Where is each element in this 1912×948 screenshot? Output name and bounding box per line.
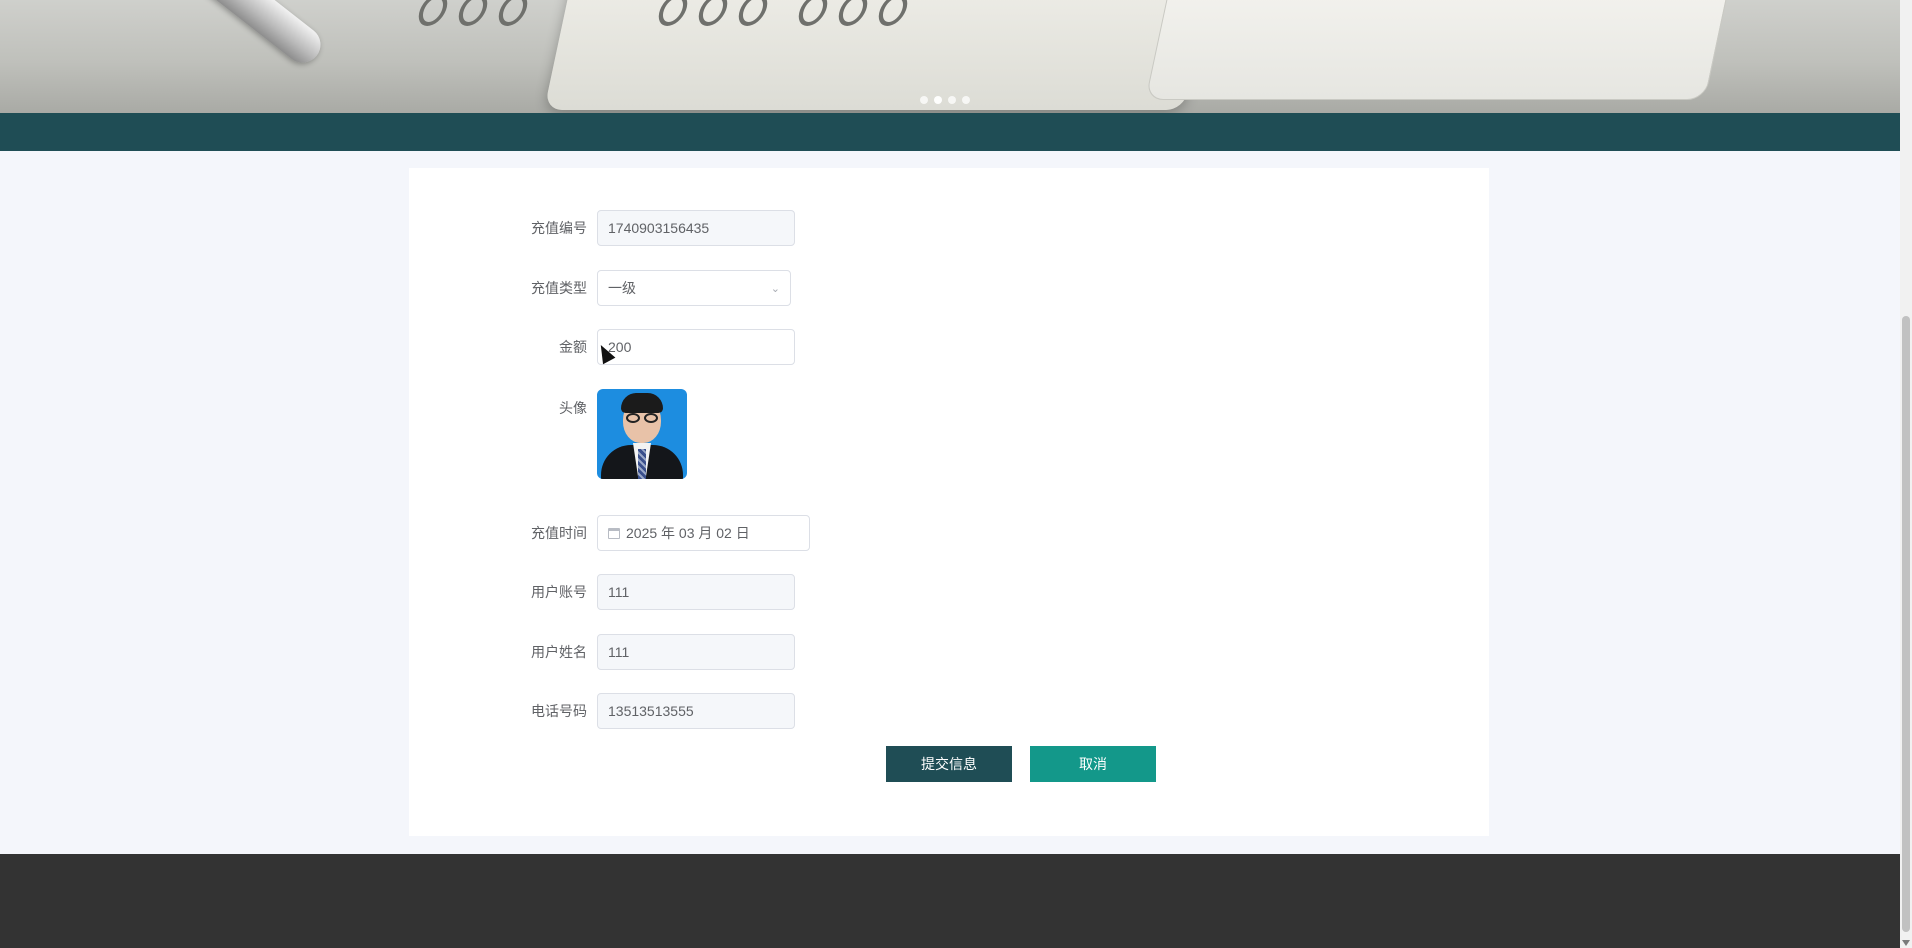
- cancel-button[interactable]: 取消: [1030, 746, 1156, 782]
- submit-button[interactable]: 提交信息: [886, 746, 1012, 782]
- recharge-no-value: 1740903156435: [608, 220, 710, 236]
- recharge-no-input[interactable]: 1740903156435: [597, 210, 795, 246]
- user-account-label: 用户账号: [531, 584, 587, 600]
- scroll-down-arrow-icon[interactable]: [1902, 940, 1910, 946]
- carousel-dot-active[interactable]: [934, 96, 942, 104]
- recharge-type-label: 充值类型: [531, 280, 587, 296]
- form-row-user-account: 用户账号 111: [409, 574, 795, 610]
- avatar-hair: [621, 393, 663, 413]
- form-row-avatar: 头像: [409, 389, 687, 479]
- scrollbar-thumb[interactable]: [1902, 316, 1910, 932]
- form-row-user-name: 用户姓名 111: [409, 634, 795, 670]
- form-row-recharge-time: 充值时间 2025 年 03 月 02 日: [409, 515, 810, 551]
- form-row-recharge-no: 充值编号 1740903156435: [409, 210, 795, 246]
- avatar-glasses: [626, 413, 658, 423]
- page-scrollbar[interactable]: [1900, 0, 1912, 948]
- user-name-input[interactable]: 111: [597, 634, 795, 670]
- calendar-icon: [608, 527, 620, 539]
- recharge-time-value: 2025 年 03 月 02 日: [626, 525, 750, 541]
- phone-input[interactable]: 13513513555: [597, 693, 795, 729]
- chevron-down-icon: ⌄: [770, 282, 780, 295]
- banner-notebook-image-2: [1145, 0, 1735, 100]
- user-name-value: 111: [608, 644, 630, 660]
- banner-carousel: [0, 0, 1900, 113]
- recharge-form-card: 充值编号 1740903156435 充值类型 一级 ⌄ 金额 200 头像 充…: [409, 168, 1489, 836]
- avatar-image[interactable]: [597, 389, 687, 479]
- nav-bar: [0, 113, 1900, 151]
- user-name-label: 用户姓名: [531, 644, 587, 660]
- spiral-ring: [414, 0, 452, 26]
- user-account-input[interactable]: 111: [597, 574, 795, 610]
- amount-label: 金额: [559, 339, 587, 355]
- carousel-dot[interactable]: [962, 96, 970, 104]
- banner-pen-image: [132, 0, 328, 70]
- avatar-tie: [638, 449, 646, 479]
- carousel-indicators: [920, 96, 970, 104]
- page-footer: [0, 854, 1900, 948]
- avatar-label: 头像: [559, 400, 587, 416]
- spiral-ring: [494, 0, 532, 26]
- recharge-type-select[interactable]: 一级 ⌄: [597, 270, 791, 306]
- spiral-ring: [454, 0, 492, 26]
- recharge-time-label: 充值时间: [531, 525, 587, 541]
- form-row-phone: 电话号码 13513513555: [409, 693, 795, 729]
- user-account-value: 111: [608, 584, 630, 600]
- phone-value: 13513513555: [608, 703, 694, 719]
- phone-label: 电话号码: [531, 703, 587, 719]
- recharge-time-datepicker[interactable]: 2025 年 03 月 02 日: [597, 515, 810, 551]
- form-row-recharge-type: 充值类型 一级 ⌄: [409, 270, 791, 306]
- recharge-type-value: 一级: [608, 280, 636, 296]
- carousel-dot[interactable]: [948, 96, 956, 104]
- recharge-no-label: 充值编号: [531, 220, 587, 236]
- amount-input[interactable]: 200: [597, 329, 795, 365]
- carousel-dot[interactable]: [920, 96, 928, 104]
